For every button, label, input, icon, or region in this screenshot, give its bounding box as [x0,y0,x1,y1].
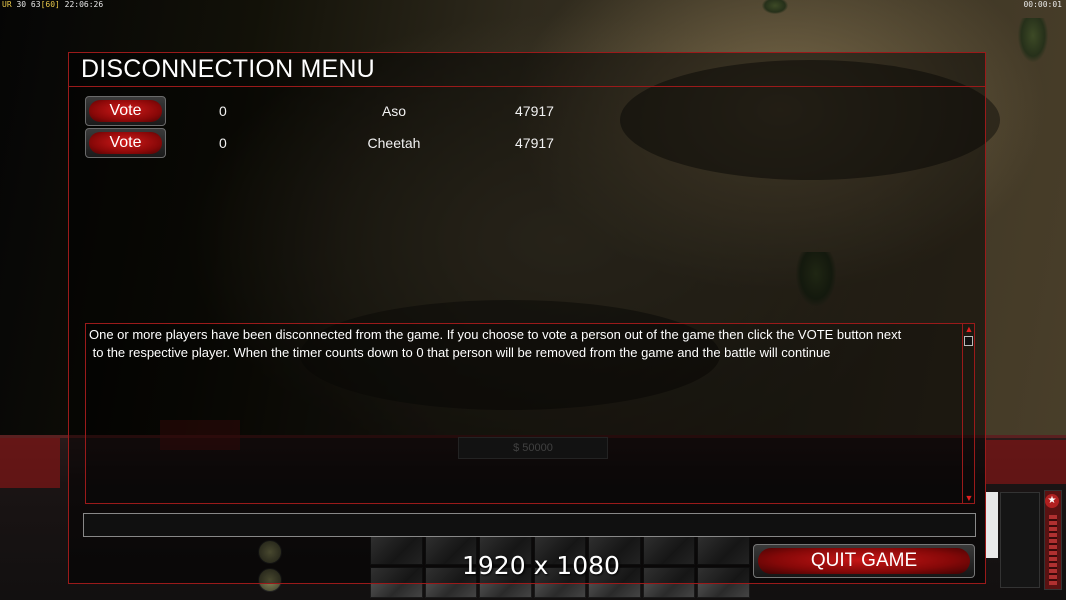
vote-button[interactable]: Vote [85,96,166,126]
resolution-label: 1920 x 1080 [462,551,620,580]
player-timer: 47917 [515,103,554,119]
vote-button-label: Vote [89,132,162,154]
hud-stats-values: 30 63 [16,0,41,9]
disconnection-dialog: DISCONNECTION MENU Vote 0 Aso 47917 Vote… [68,52,986,584]
vote-count: 0 [219,135,227,151]
player-name: Aso [381,103,407,119]
player-timer: 47917 [515,135,554,151]
dialog-title: DISCONNECTION MENU [81,55,375,83]
tree [1018,18,1048,62]
scroll-thumb[interactable] [964,336,973,346]
message-box: One or more players have been disconnect… [85,323,975,504]
scroll-up-icon[interactable]: ▲ [964,325,974,334]
player-row: Vote 0 Cheetah 47917 [85,128,585,158]
scroll-down-icon[interactable]: ▼ [964,494,974,503]
vote-button-label: Vote [89,100,162,122]
vote-button[interactable]: Vote [85,128,166,158]
title-divider [69,86,985,87]
player-name: Cheetah [367,135,421,151]
command-bar-trim [0,438,60,488]
vote-count: 0 [219,103,227,119]
game-timer: 00:00:01 [1023,0,1062,9]
radar-panel [1000,492,1040,588]
hud-prefix: UR [2,0,12,9]
player-row: Vote 0 Aso 47917 [85,96,585,126]
star-icon: ★ [1045,494,1059,508]
command-bar-trim [986,440,1066,484]
chat-input[interactable] [83,513,976,537]
quit-game-button[interactable]: QUIT GAME [753,544,975,578]
tree [762,0,788,14]
quit-game-label: QUIT GAME [758,548,970,574]
minimap-strip [986,492,998,558]
hud-clock: 22:06:26 [64,0,104,9]
hud-stats: UR 30 63[60] 22:06:26 [2,0,103,9]
disconnect-message: One or more players have been disconnect… [89,327,902,360]
message-scrollbar[interactable]: ▲ ▼ [962,324,974,503]
hud-fps: [60] [40,0,60,9]
